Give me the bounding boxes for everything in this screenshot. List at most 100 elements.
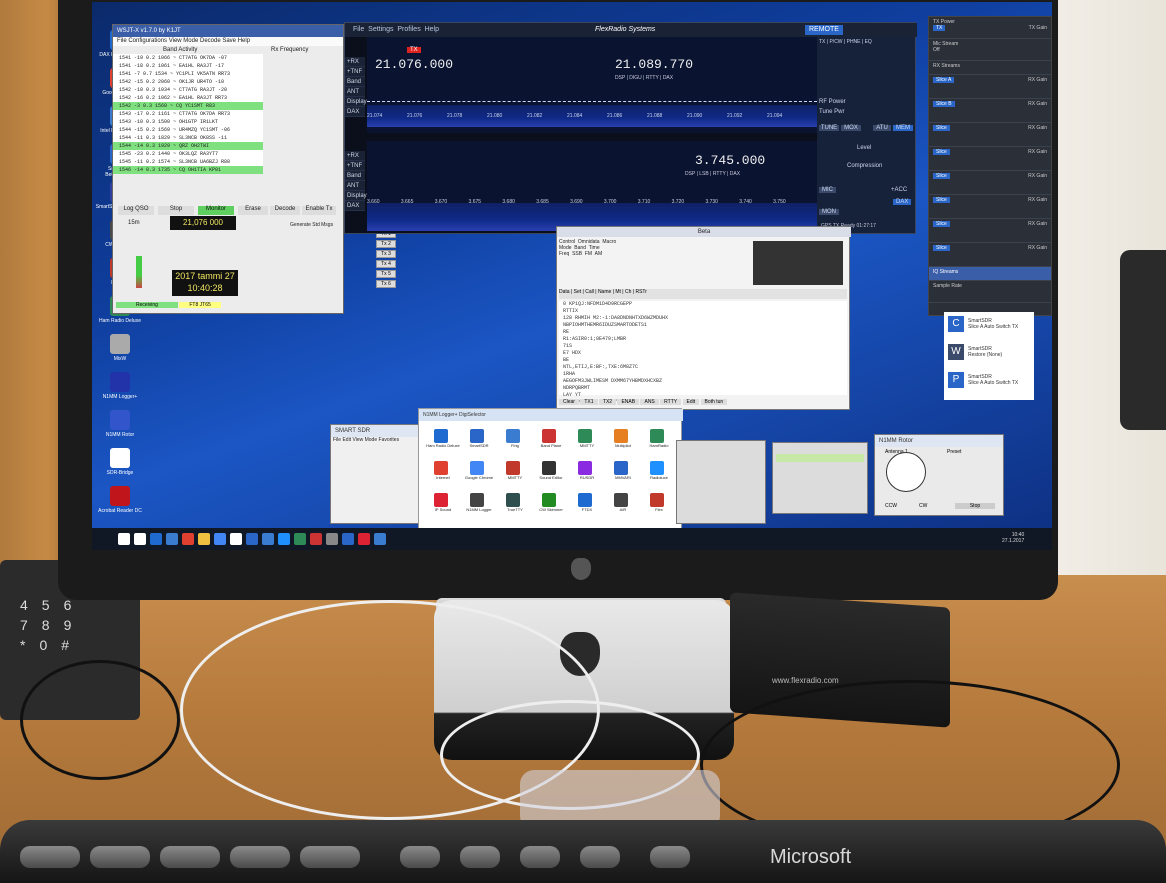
band-activity-row[interactable]: 1541 -18 0.2 1061 ~ EA1HL RA3JT -17 bbox=[113, 62, 263, 70]
rx-stream-row[interactable]: Slice RX Gain bbox=[929, 123, 1051, 147]
rx-stream-row[interactable]: Slice B RX Gain bbox=[929, 99, 1051, 123]
launcher-icon[interactable]: HamRadio bbox=[639, 429, 675, 448]
desktop-icon[interactable]: SDR-Bridge bbox=[94, 448, 146, 476]
side-button[interactable]: DAX bbox=[345, 107, 365, 117]
band-activity-row[interactable]: 1545 -11 0.2 1574 ~ SL3NCB UA6BZJ R88 bbox=[113, 158, 263, 166]
mic-select[interactable]: MIC bbox=[819, 187, 836, 193]
mem-button[interactable]: MEM bbox=[893, 125, 913, 131]
taskbar-icon[interactable] bbox=[198, 533, 210, 545]
taskbar-icon[interactable] bbox=[230, 533, 242, 545]
rx-stream-row[interactable]: Slice RX Gain bbox=[929, 171, 1051, 195]
rx-stream-row[interactable]: Slice A RX Gain bbox=[929, 75, 1051, 99]
taskbar-icon[interactable] bbox=[166, 533, 178, 545]
mox-button[interactable]: MOX bbox=[841, 125, 861, 131]
side-button[interactable]: Display bbox=[345, 97, 367, 107]
band-activity-row[interactable]: 1542 -15 0.2 2060 ~ OK1JR UR4TO -10 bbox=[113, 78, 263, 86]
band-activity-row[interactable]: 1542 -3 0.3 1560 ~ CQ YC1SMT R83 bbox=[113, 102, 263, 110]
command-p[interactable]: P SmartSDR Slice A Auto Switch TX bbox=[944, 370, 1034, 390]
launcher-icon[interactable]: Flex bbox=[639, 493, 675, 512]
log-qso-button[interactable]: Log QSO bbox=[118, 206, 154, 215]
taskbar-icon[interactable] bbox=[150, 533, 162, 545]
taskbar-icon[interactable] bbox=[246, 533, 258, 545]
tune-button[interactable]: TUNE bbox=[819, 125, 839, 131]
launcher-icon[interactable]: MMTTY bbox=[567, 429, 603, 448]
smartsdr-window[interactable]: File Settings Profiles Help FlexRadio Sy… bbox=[344, 22, 917, 234]
launcher-icon[interactable]: RUSDR bbox=[567, 461, 603, 480]
desktop-icon[interactable]: MixW bbox=[94, 334, 146, 362]
tx-button[interactable]: Tx 3 bbox=[376, 250, 396, 258]
side-button[interactable]: ANT bbox=[345, 87, 365, 97]
launcher-icon[interactable]: Sound Editor bbox=[531, 461, 567, 480]
tx-button[interactable]: Tx 5 bbox=[376, 270, 396, 278]
taskbar-icon[interactable] bbox=[134, 533, 146, 545]
decode-button[interactable]: Decode bbox=[270, 206, 300, 215]
tx-button[interactable]: Tx 6 bbox=[376, 280, 396, 288]
launcher-icon[interactable]: Band Plane bbox=[531, 429, 567, 448]
rx-stream-row[interactable]: Slice RX Gain bbox=[929, 219, 1051, 243]
taskbar-icon[interactable] bbox=[374, 533, 386, 545]
band-activity-row[interactable]: 1542 -10 0.3 1034 ~ CT7ATG RA3JT -20 bbox=[113, 86, 263, 94]
rx-stream-list[interactable]: Slice A RX Gain Slice B RX Gain Slice RX Gain… bbox=[929, 75, 1051, 267]
launcher-icon[interactable]: IP Sound bbox=[423, 493, 459, 512]
launcher-icon[interactable]: Google Chrome bbox=[459, 461, 495, 480]
vfo-dialog[interactable] bbox=[772, 442, 868, 514]
launcher-icon[interactable]: CW Skimmer bbox=[531, 493, 567, 512]
launcher-icon[interactable]: Multipilot bbox=[603, 429, 639, 448]
slice-b-frequency[interactable]: 3.745.000 bbox=[695, 153, 765, 168]
command-w[interactable]: W SmartSDR Restore (None) bbox=[944, 342, 1034, 362]
dax-button[interactable]: DAX bbox=[893, 199, 912, 205]
taskbar-icon[interactable] bbox=[326, 533, 338, 545]
taskbar-icon[interactable] bbox=[342, 533, 354, 545]
erase-button[interactable]: Erase bbox=[238, 206, 268, 215]
logger-window[interactable]: Beta Control Omnidata Macro Mode Band Ti… bbox=[556, 226, 851, 410]
slice-a-frequency[interactable]: 21.076.000 bbox=[375, 57, 453, 72]
monitor-button[interactable]: Monitor bbox=[198, 206, 234, 215]
stop-button[interactable]: Stop bbox=[158, 206, 194, 215]
rx-stream-row[interactable]: Slice RX Gain bbox=[929, 243, 1051, 267]
mon-button[interactable]: MON bbox=[819, 209, 839, 215]
launcher-icon[interactable]: Flrig bbox=[495, 429, 531, 448]
enable-tx-button[interactable]: Enable Tx bbox=[302, 206, 336, 215]
side-button[interactable]: +RX bbox=[345, 57, 365, 67]
sample-rate-row[interactable]: Sample Rate bbox=[929, 281, 1051, 303]
launcher-icon[interactable]: AIR bbox=[603, 493, 639, 512]
rx-stream-row[interactable]: Slice RX Gain bbox=[929, 147, 1051, 171]
band-activity-row[interactable]: 1546 -14 0.3 1735 ~ CQ OH1TIA KP01 bbox=[113, 166, 263, 174]
side-button[interactable]: Band bbox=[345, 171, 365, 181]
launcher-icon[interactable]: SmartSDR bbox=[459, 429, 495, 448]
logger-callrow[interactable]: Data | Set | Call | Name | Mt | Ch | RST… bbox=[559, 289, 847, 299]
slice-a-rx-frequency[interactable]: 21.089.770 bbox=[615, 57, 693, 72]
side-button[interactable]: +TNF bbox=[345, 67, 365, 77]
band-activity-row[interactable]: 1543 -17 0.2 1161 ~ CT7ATG OK7DA RR73 bbox=[113, 110, 263, 118]
slice-a-modes[interactable]: DSP | DIGU | RTTY | DAX bbox=[615, 75, 673, 81]
band-select[interactable]: 15m bbox=[128, 220, 140, 226]
hrd-window[interactable]: SMART SDR File Edit View Mode Favorites bbox=[330, 424, 420, 524]
band-activity-row[interactable]: 1544 -11 0.3 1829 ~ SL3NCB OK8SS -11 bbox=[113, 134, 263, 142]
desktop-icon[interactable]: Acrobat Reader DC bbox=[94, 486, 146, 514]
side-button[interactable]: DAX bbox=[345, 201, 365, 211]
band-activity-row[interactable]: 1542 -16 0.2 1062 ~ EA1HL RA3JT RR73 bbox=[113, 94, 263, 102]
taskbar-icon[interactable] bbox=[310, 533, 322, 545]
launcher-icon[interactable]: Internet bbox=[423, 461, 459, 480]
launcher-icon[interactable]: Radioluce bbox=[639, 461, 675, 480]
launcher-icon[interactable]: MMTTY bbox=[495, 461, 531, 480]
rx-stream-row[interactable]: Slice RX Gain bbox=[929, 195, 1051, 219]
band-activity-row[interactable]: 1541 -7 0.7 1534 ~ YC1PLI VK5ATN RR73 bbox=[113, 70, 263, 78]
logger-receive-text[interactable]: 0 KP1QJ:NFDM1D4D9RCGEPP RTTIX 128 RHMIH M2… bbox=[559, 301, 847, 405]
side-button[interactable]: Display bbox=[345, 191, 367, 201]
side-button[interactable]: Band bbox=[345, 77, 365, 87]
program-launcher-window[interactable]: N1MM Logger+ DigiSelector Ham Radio Delu… bbox=[418, 408, 683, 532]
side-button[interactable]: +RX bbox=[345, 151, 365, 161]
band-activity-row[interactable]: 1543 -10 0.3 1500 ~ OH1GTP IR1LKT bbox=[113, 118, 263, 126]
band-activity-list[interactable]: 1541 -19 0.2 1066 ~ CT7ATG OK7DA -07 1541… bbox=[113, 54, 263, 174]
atu-button[interactable]: ATU bbox=[873, 125, 891, 131]
band-activity-row[interactable]: 1541 -19 0.2 1066 ~ CT7ATG OK7DA -07 bbox=[113, 54, 263, 62]
desktop-icon[interactable]: N1MM Logger+ bbox=[94, 372, 146, 400]
taskbar-icon[interactable] bbox=[294, 533, 306, 545]
launcher-icon[interactable]: Ham Radio Deluxe bbox=[423, 429, 460, 448]
side-button[interactable]: ANT bbox=[345, 181, 365, 191]
taskbar-icon[interactable] bbox=[262, 533, 274, 545]
launcher-icon[interactable]: MMVARI bbox=[603, 461, 639, 480]
launcher-icon[interactable]: TrueTTY bbox=[495, 493, 531, 512]
taskbar-icon[interactable] bbox=[214, 533, 226, 545]
